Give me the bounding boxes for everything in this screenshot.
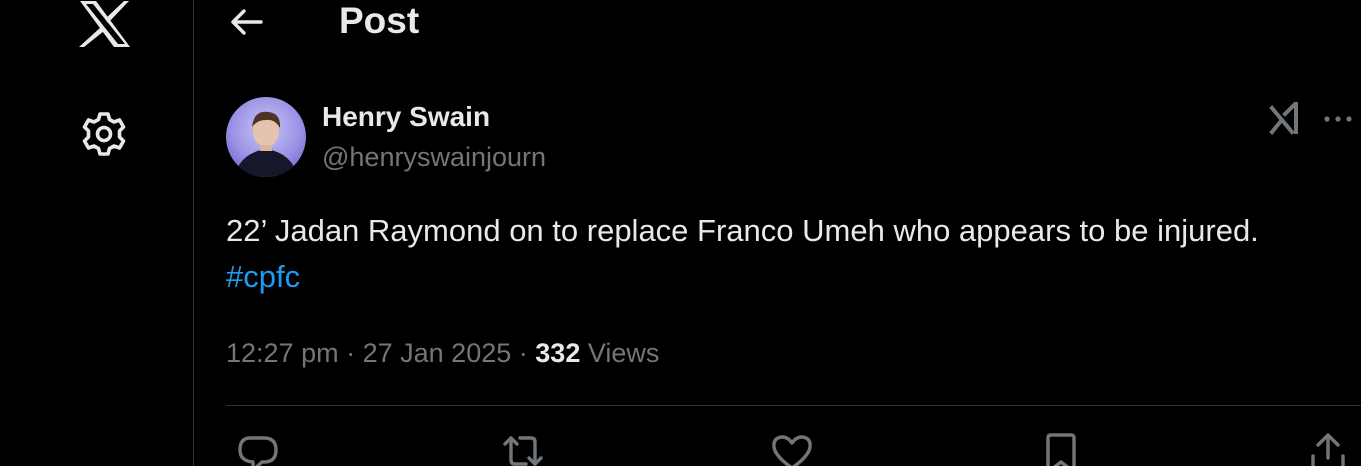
views-count[interactable]: 332 bbox=[535, 338, 580, 368]
gear-icon[interactable] bbox=[79, 109, 129, 159]
like-button[interactable] bbox=[769, 430, 815, 466]
repost-button[interactable] bbox=[500, 430, 546, 466]
arrow-left-icon bbox=[231, 9, 263, 35]
heart-icon bbox=[772, 435, 812, 466]
hashtag-link[interactable]: #cpfc bbox=[226, 259, 300, 294]
reply-icon bbox=[238, 436, 278, 466]
meta-separator: · bbox=[346, 338, 356, 368]
more-options-button[interactable] bbox=[1320, 104, 1356, 134]
back-button[interactable] bbox=[224, 2, 268, 42]
share-button[interactable] bbox=[1305, 430, 1351, 466]
post-text: 22’ Jadan Raymond on to replace Franco U… bbox=[226, 208, 1326, 300]
post-meta: 12:27 pm · 27 Jan 2025 · 332 Views bbox=[226, 333, 659, 373]
bookmark-icon bbox=[1046, 433, 1076, 466]
grok-button[interactable] bbox=[1268, 100, 1308, 138]
grok-icon bbox=[1269, 102, 1298, 135]
post-body: 22’ Jadan Raymond on to replace Franco U… bbox=[226, 213, 1259, 248]
bookmark-button[interactable] bbox=[1038, 430, 1084, 466]
author-name[interactable]: Henry Swain bbox=[322, 99, 490, 135]
reply-button[interactable] bbox=[236, 430, 282, 466]
left-nav bbox=[0, 0, 193, 466]
page-title: Post bbox=[339, 0, 420, 41]
post-date[interactable]: 27 Jan 2025 bbox=[363, 338, 512, 368]
meta-separator: · bbox=[518, 338, 528, 368]
ellipsis-icon bbox=[1324, 116, 1352, 122]
avatar[interactable] bbox=[226, 97, 306, 177]
views-label: Views bbox=[587, 338, 660, 368]
action-divider bbox=[226, 405, 1361, 406]
app-root: Post Henry Swain @henryswainjourn 22’ Ja… bbox=[0, 0, 1361, 466]
share-icon bbox=[1311, 433, 1345, 466]
repost-icon bbox=[503, 436, 543, 466]
x-logo-icon[interactable] bbox=[78, 1, 132, 47]
post-time[interactable]: 12:27 pm bbox=[226, 338, 339, 368]
author-handle[interactable]: @henryswainjourn bbox=[322, 139, 546, 175]
nav-divider bbox=[193, 0, 194, 466]
